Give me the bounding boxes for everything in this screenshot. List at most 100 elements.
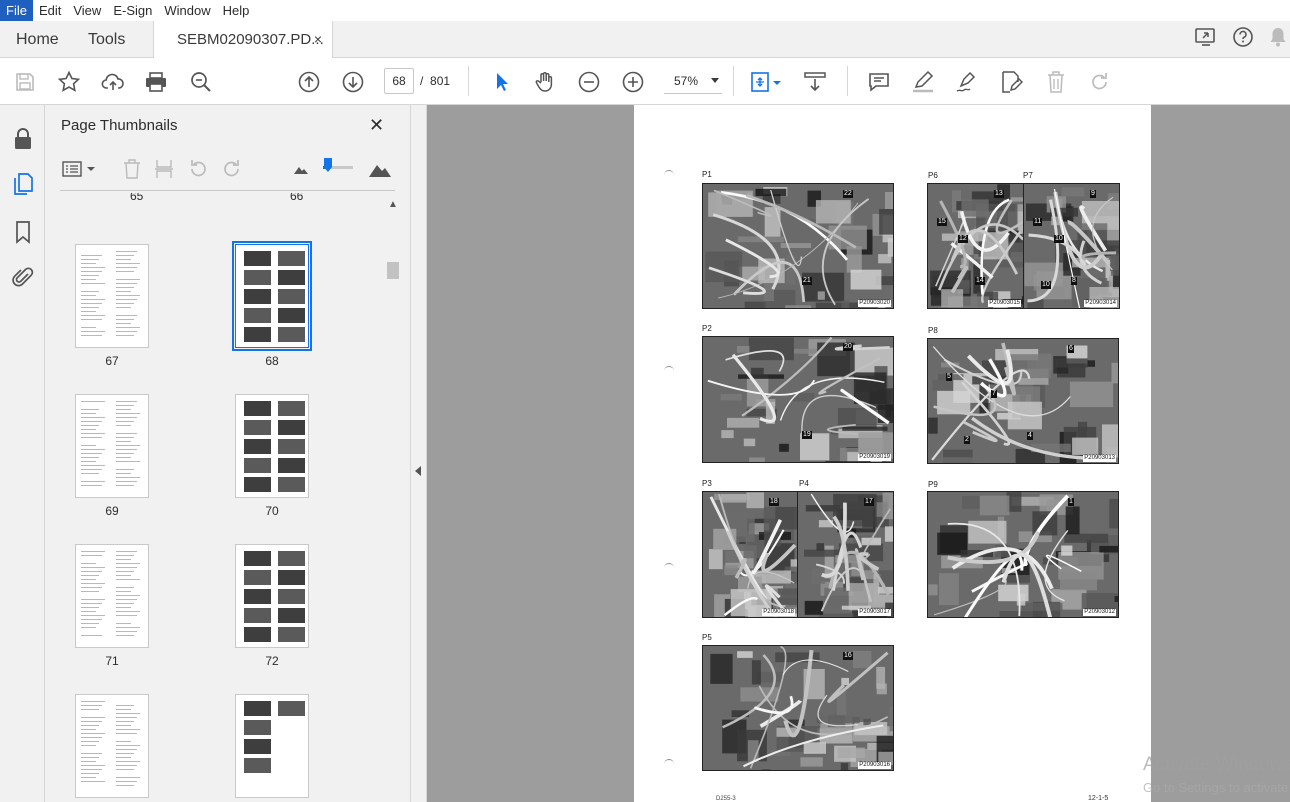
thumbnail-photo bbox=[278, 627, 305, 642]
menu-edit[interactable]: Edit bbox=[33, 0, 67, 21]
thumbnail-photo bbox=[244, 327, 271, 342]
thumbnail-text-line bbox=[81, 555, 102, 556]
chevron-down-icon[interactable] bbox=[711, 78, 719, 83]
thumbnail-text-line bbox=[81, 327, 96, 328]
page-count: / 801 bbox=[420, 68, 450, 94]
thumbnail-text-line bbox=[81, 777, 96, 778]
thumbnail-photo bbox=[278, 420, 305, 435]
thumbnail-text-line bbox=[116, 291, 131, 292]
thumbnail-photo bbox=[244, 251, 271, 266]
fit-page-icon[interactable] bbox=[748, 69, 784, 95]
thumbnail-options-icon[interactable] bbox=[60, 157, 98, 181]
rotate-clockwise-icon[interactable] bbox=[220, 157, 244, 181]
print-icon[interactable] bbox=[143, 69, 169, 95]
share-screen-icon[interactable] bbox=[1194, 26, 1218, 53]
thumbnail-text-line bbox=[116, 267, 137, 268]
figure-callout: 19 bbox=[802, 431, 812, 439]
thumbnail-text-line bbox=[116, 777, 140, 778]
thumbnail-photo bbox=[278, 251, 305, 266]
thumbnail-text-line bbox=[81, 311, 96, 312]
thumbnail-photo bbox=[278, 458, 305, 473]
figure-callout: 1 bbox=[1068, 498, 1074, 506]
thumbnail-text-line bbox=[81, 607, 99, 608]
delete-icon[interactable] bbox=[1043, 69, 1069, 95]
page-thumbnail[interactable] bbox=[75, 694, 149, 798]
engine-photo: P20903020 22 21 bbox=[702, 183, 894, 309]
thumbnail-text-line bbox=[116, 757, 131, 758]
thumbnail-text-line bbox=[81, 757, 99, 758]
thumbnail-photo bbox=[244, 758, 271, 773]
zoom-search-icon[interactable] bbox=[188, 69, 214, 95]
edit-document-icon[interactable] bbox=[998, 69, 1024, 95]
page-thumbnail[interactable] bbox=[75, 544, 149, 648]
page-thumbnail[interactable] bbox=[75, 244, 149, 348]
scroll-up-arrow-icon[interactable]: ▲ bbox=[388, 199, 398, 210]
scroll-mode-icon[interactable] bbox=[802, 69, 828, 95]
engine-photo: P20903013 6 4 7 5 2 bbox=[927, 338, 1119, 464]
comment-icon[interactable] bbox=[866, 69, 892, 95]
thumbnail-text-line bbox=[116, 331, 137, 332]
page-number-input[interactable]: 68 bbox=[384, 68, 414, 94]
page-thumbnail[interactable] bbox=[235, 394, 309, 498]
help-icon[interactable] bbox=[1232, 26, 1254, 53]
menu-window[interactable]: Window bbox=[158, 0, 216, 21]
rotate-counterclockwise-icon[interactable] bbox=[186, 157, 210, 181]
delete-pages-icon[interactable] bbox=[120, 157, 144, 181]
thumbnail-text-line bbox=[81, 263, 96, 264]
page-thumbnail[interactable] bbox=[232, 241, 312, 351]
page-thumbnail[interactable] bbox=[75, 394, 149, 498]
large-thumbnail-mountain-icon[interactable] bbox=[368, 157, 392, 181]
save-icon[interactable] bbox=[12, 69, 38, 95]
scrollbar-thumb[interactable] bbox=[387, 262, 399, 279]
page-thumbnail[interactable] bbox=[235, 544, 309, 648]
draw-pen-icon[interactable] bbox=[954, 69, 980, 95]
highlight-pen-icon[interactable] bbox=[910, 69, 936, 95]
close-tab-icon[interactable]: × bbox=[314, 21, 322, 58]
thumbnail-text-line bbox=[81, 473, 99, 474]
toolbar-divider bbox=[733, 66, 734, 96]
previous-page-icon[interactable] bbox=[296, 69, 322, 95]
menu-help[interactable]: Help bbox=[217, 0, 256, 21]
panel-splitter[interactable] bbox=[410, 105, 427, 802]
thumbnail-scrollbar[interactable] bbox=[385, 197, 401, 802]
engine-photo: P20903017 17 bbox=[797, 491, 894, 618]
menu-view[interactable]: View bbox=[67, 0, 107, 21]
zoom-in-icon[interactable] bbox=[620, 69, 646, 95]
thumbnail-text-line bbox=[81, 275, 99, 276]
tab-home[interactable]: Home bbox=[16, 21, 59, 58]
hand-tool-icon[interactable] bbox=[532, 69, 558, 95]
thumbnail-text-line bbox=[81, 413, 96, 414]
redo-icon[interactable] bbox=[1087, 69, 1113, 95]
thumbnail-text-line bbox=[81, 603, 102, 604]
thumbnail-text-line bbox=[116, 599, 137, 600]
thumbnail-photo bbox=[278, 308, 305, 323]
extract-pages-icon[interactable] bbox=[152, 157, 176, 181]
next-page-icon[interactable] bbox=[340, 69, 366, 95]
thumbnail-text-line bbox=[116, 725, 131, 726]
menu-file[interactable]: File bbox=[0, 0, 33, 21]
notification-bell-icon[interactable] bbox=[1268, 26, 1288, 53]
binder-hole-mark bbox=[664, 170, 674, 175]
upload-cloud-icon[interactable] bbox=[100, 69, 126, 95]
lock-icon[interactable] bbox=[10, 126, 36, 152]
collapse-panel-arrow-icon[interactable] bbox=[415, 466, 421, 476]
select-cursor-icon[interactable] bbox=[488, 69, 514, 95]
tab-document[interactable]: SEBM02090307.PD... × bbox=[153, 21, 333, 59]
thumbnail-text-line bbox=[81, 563, 96, 564]
small-thumbnail-mountain-icon[interactable] bbox=[289, 157, 313, 181]
thumbnail-text-line bbox=[116, 259, 131, 260]
attachment-paperclip-icon[interactable] bbox=[10, 264, 36, 290]
photo-code: P20903014 bbox=[1084, 300, 1117, 307]
page-thumbnails-icon[interactable] bbox=[10, 171, 36, 197]
figure-callout: 9 bbox=[1090, 190, 1096, 198]
thumbnail-photo bbox=[244, 477, 271, 492]
tab-tools[interactable]: Tools bbox=[88, 21, 125, 58]
bookmark-icon[interactable] bbox=[10, 219, 36, 245]
bookmark-star-icon[interactable] bbox=[56, 69, 82, 95]
close-panel-icon[interactable]: ✕ bbox=[369, 115, 384, 136]
menu-esign[interactable]: E-Sign bbox=[107, 0, 158, 21]
thumbnail-text-line bbox=[81, 591, 99, 592]
zoom-out-icon[interactable] bbox=[576, 69, 602, 95]
thumbnail-text-line bbox=[116, 615, 137, 616]
page-thumbnail[interactable] bbox=[235, 694, 309, 798]
